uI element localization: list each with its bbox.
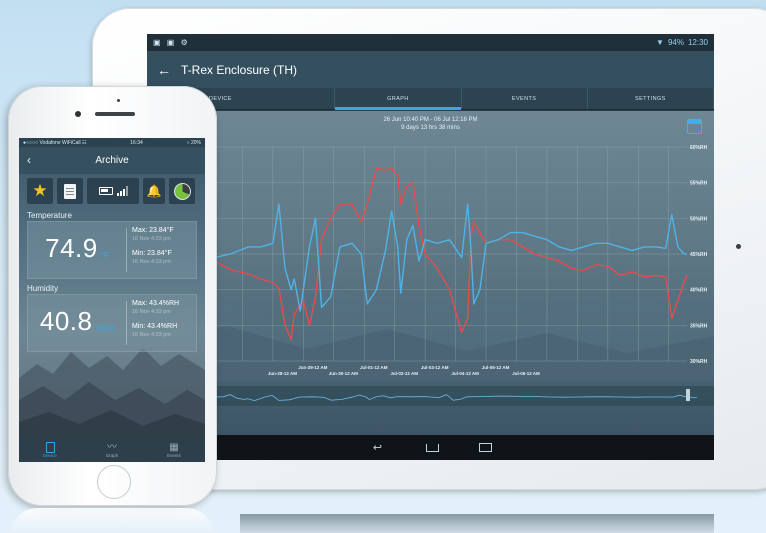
- signal-icon: [116, 186, 128, 196]
- humidity-minmax: Max: 43.4%RH 16 Nov 4:33 pm Min: 43.4%RH…: [127, 295, 179, 351]
- phone-tab-bar: Device 〰 Graph ▦ Events: [19, 437, 205, 462]
- phone-tab-device[interactable]: Device: [19, 437, 81, 462]
- star-icon: ★: [32, 181, 48, 200]
- temperature-max: Max: 23.84°F: [132, 227, 174, 234]
- temperature-reading: 74.9 °F: [28, 222, 126, 278]
- nav-recents-icon[interactable]: [478, 443, 492, 452]
- y-tick-label: 30%RH: [690, 359, 708, 365]
- x-tick-label: Jul-06-12 AM: [512, 371, 540, 376]
- y-tick-label: 45%RH: [690, 252, 708, 258]
- humidity-unit: %RH: [95, 324, 115, 333]
- battery-signal-tile[interactable]: [87, 178, 139, 204]
- humidity-max: Max: 43.4%RH: [132, 300, 180, 307]
- y-tick-label: 50%RH: [690, 216, 708, 222]
- phone-speaker: [95, 112, 135, 116]
- y-tick-label: 60%RH: [690, 145, 708, 151]
- nav-back-icon[interactable]: ↩: [370, 442, 386, 453]
- events-calendar-icon: ▦: [169, 441, 179, 453]
- humidity-temperature-chart[interactable]: 60%RH 55%RH 50%RH 45%RH 40%RH 35%RH 30%RH Jun-…: [147, 111, 714, 435]
- report-tile[interactable]: [57, 178, 83, 204]
- temperature-min: Min: 23.84°F: [132, 250, 172, 257]
- temperature-card[interactable]: 74.9 °F Max: 23.84°F 16 Nov 4:33 pm Min:…: [27, 221, 197, 279]
- temperature-value: 74.9: [45, 233, 98, 263]
- status-notification-icons: ▣ ▣ ⚙: [153, 38, 190, 47]
- x-tick-label: Jul-02-12 AM: [390, 371, 418, 376]
- device-icon: [45, 441, 55, 453]
- tab-graph[interactable]: GRAPH: [335, 88, 462, 110]
- humidity-reading: 40.8 %RH: [28, 295, 126, 351]
- tab-events[interactable]: EVENTS: [462, 88, 588, 109]
- archive-title: Archive: [95, 155, 129, 166]
- wifi-icon: ▼: [656, 38, 664, 47]
- tablet-camera-dot: [736, 244, 741, 249]
- y-tick-label: 35%RH: [690, 323, 708, 329]
- archive-header: ‹ Archive: [19, 147, 205, 174]
- bell-tile[interactable]: 🔔: [143, 178, 165, 204]
- phone-tab-events-label: Events: [167, 452, 181, 458]
- temperature-max-time: 16 Nov 4:33 pm: [132, 236, 171, 242]
- battery-icon: [98, 187, 113, 195]
- star-tile[interactable]: ★: [27, 178, 53, 204]
- x-tick-label: Jul-03-12 AM: [421, 365, 449, 370]
- phone-tab-graph-label: Graph: [105, 452, 119, 458]
- phone-tab-events[interactable]: ▦ Events: [143, 437, 205, 462]
- report-icon: [64, 183, 76, 199]
- tablet-app-bar: ← T-Rex Enclosure (TH): [147, 51, 714, 88]
- temperature-unit: °F: [100, 251, 109, 260]
- x-tick-label: Jul-05-12 AM: [482, 365, 510, 370]
- phone-home-button[interactable]: [97, 465, 131, 499]
- status-right: ▼ 94% 12:30: [656, 38, 708, 47]
- y-tick-label: 55%RH: [690, 181, 708, 187]
- phone-battery: ○ 20%: [186, 139, 201, 146]
- status-time: 12:30: [687, 38, 708, 47]
- temperature-min-time: 16 Nov 4:33 pm: [132, 259, 171, 265]
- x-tick-label: Jun-29-12 AM: [298, 365, 327, 370]
- phone-tab-device-label: Device: [43, 452, 57, 458]
- tablet-status-bar: ▣ ▣ ⚙ ▼ 94% 12:30: [147, 34, 714, 51]
- tablet-reflection: [240, 514, 714, 533]
- tablet-tab-bar: DEVICE GRAPH EVENTS SETTINGS: [147, 88, 714, 110]
- graph-icon: 〰: [107, 441, 117, 453]
- humidity-min-time: 16 Nov 4:33 pm: [132, 332, 171, 338]
- x-tick-label: Jun-30-12 AM: [329, 371, 358, 376]
- x-tick-label: Jun-28-12 AM: [268, 371, 297, 376]
- humidity-min: Min: 43.4%RH: [132, 323, 178, 330]
- phone-tab-graph[interactable]: 〰 Graph: [81, 437, 143, 462]
- tablet-screen: ▣ ▣ ⚙ ▼ 94% 12:30 ← T-Rex Enclosure (TH)…: [147, 34, 714, 460]
- x-tick-label: Jul-01-12 AM: [360, 365, 388, 370]
- phone-status-bar: ●○○○○ Vodafone WiFiCall ☷ 16:34 ○ 20%: [19, 138, 205, 147]
- humidity-value: 40.8: [39, 306, 93, 336]
- phone-sensor-dot: [117, 99, 120, 102]
- x-tick-label: Jul-04-12 AM: [451, 371, 479, 376]
- temperature-minmax: Max: 23.84°F 16 Nov 4:33 pm Min: 23.84°F…: [127, 222, 174, 278]
- overview-handle: [686, 389, 690, 401]
- chevron-left-icon[interactable]: ‹: [27, 153, 31, 167]
- phone-time: 16:34: [130, 139, 143, 146]
- graph-panel: 26 Jun 10:40 PM - 06 Jul 12:18 PM 9 days…: [147, 111, 714, 435]
- carrier: ●○○○○ Vodafone WiFiCall ☷: [23, 139, 87, 146]
- phone-reflection: [12, 508, 212, 533]
- device-icon-row: ★ 🔔: [19, 174, 205, 208]
- pie-icon: [173, 182, 191, 200]
- temperature-label: Temperature: [27, 211, 72, 220]
- pie-tile[interactable]: [169, 178, 195, 204]
- back-arrow-icon[interactable]: ←: [157, 62, 171, 78]
- nav-home-icon[interactable]: [425, 443, 439, 452]
- android-nav-bar: ↩: [147, 435, 714, 460]
- tab-settings[interactable]: SETTINGS: [588, 88, 714, 109]
- humidity-label: Humidity: [27, 284, 59, 293]
- phone-camera: [75, 111, 81, 117]
- humidity-card[interactable]: 40.8 %RH Max: 43.4%RH 16 Nov 4:33 pm Min…: [27, 294, 197, 352]
- battery-percent: 94%: [667, 38, 684, 47]
- bell-icon: 🔔: [146, 184, 162, 198]
- humidity-max-time: 16 Nov 4:33 pm: [132, 309, 171, 315]
- phone-screen: ●○○○○ Vodafone WiFiCall ☷ 16:34 ○ 20% ‹ …: [19, 138, 205, 462]
- y-tick-label: 40%RH: [690, 288, 708, 294]
- device-title: T-Rex Enclosure (TH): [181, 62, 298, 77]
